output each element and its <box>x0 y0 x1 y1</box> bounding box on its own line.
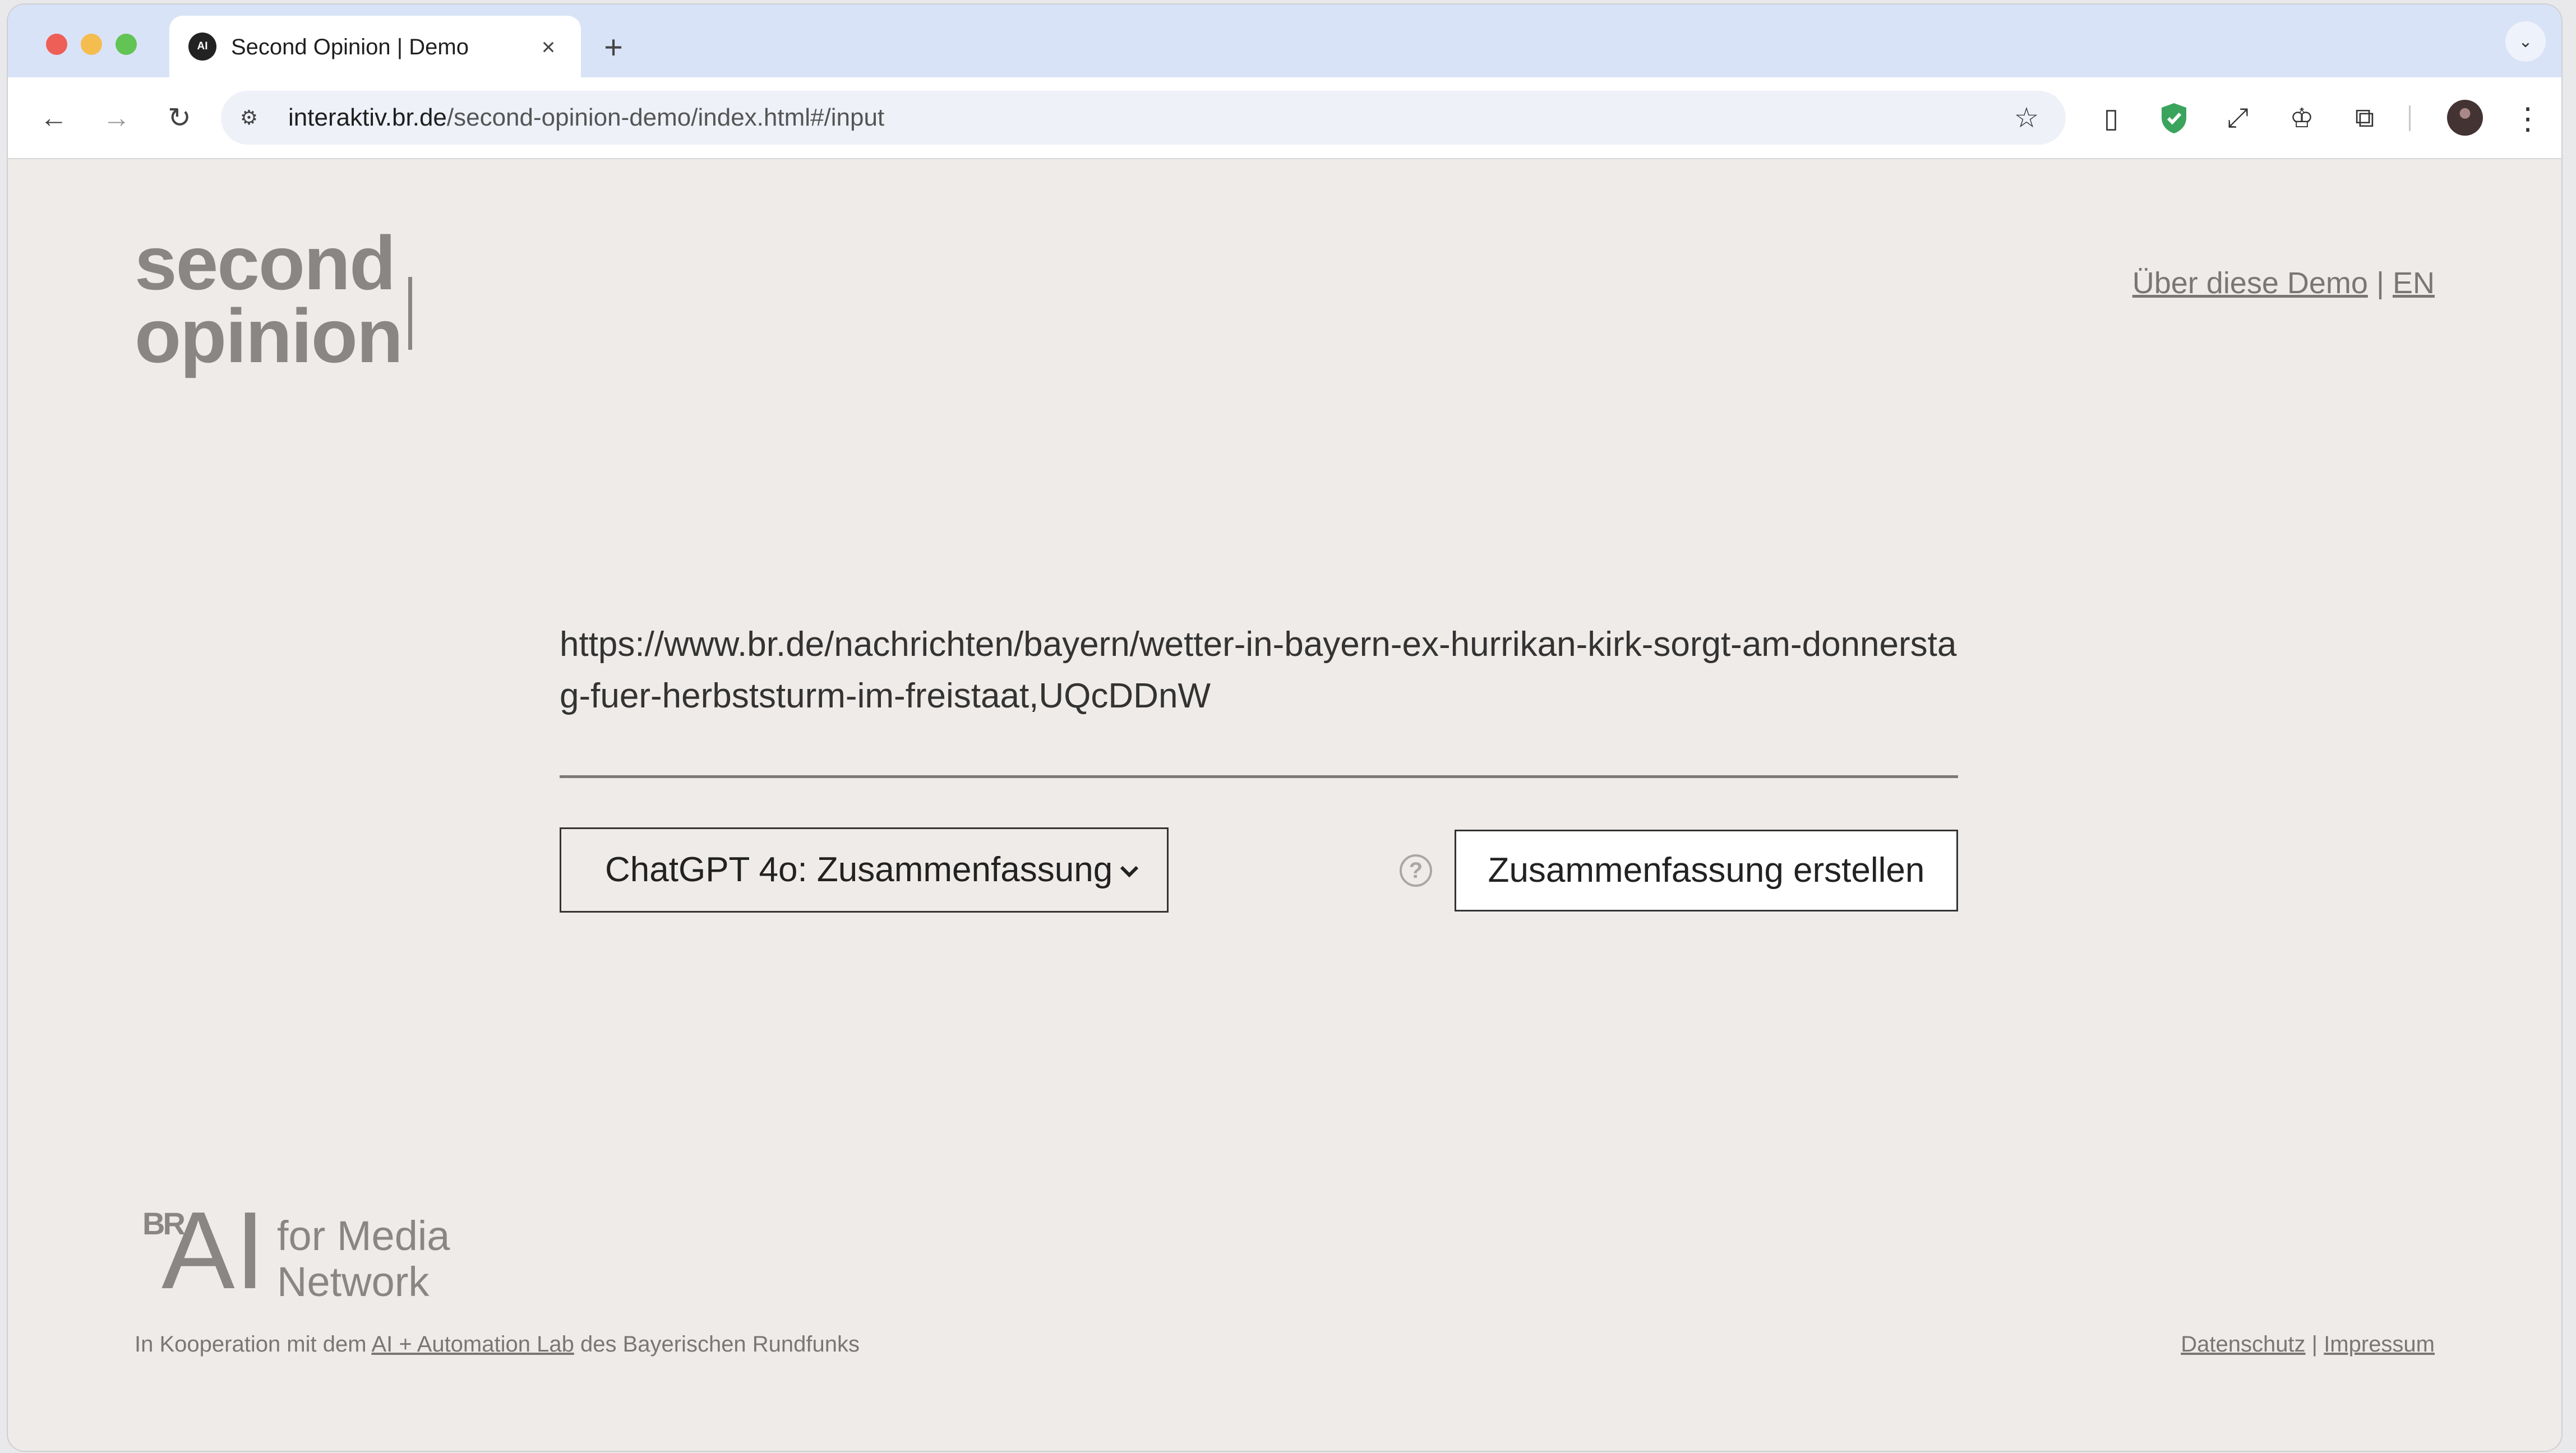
top-links: Über diese Demo | EN <box>2132 266 2435 300</box>
maximize-window-button[interactable] <box>116 34 137 55</box>
browser-toolbar: ← → ↻ ⚙ interaktiv.br.de/second-opinion-… <box>8 77 2561 159</box>
help-icon[interactable]: ? <box>1400 854 1432 887</box>
address-bar[interactable]: ⚙ interaktiv.br.de/second-opinion-demo/i… <box>221 91 2066 145</box>
article-url-input[interactable]: https://www.br.de/nachrichten/bayern/wet… <box>560 619 1958 722</box>
footer-separator: | <box>2311 1332 2318 1357</box>
ai-for-media-network-logo[interactable]: BR AI for Media Network <box>135 1196 471 1306</box>
reload-button[interactable]: ↻ <box>159 98 200 138</box>
create-summary-button[interactable]: Zusammenfassung erstellen <box>1455 830 1958 911</box>
logo-line-1: second <box>135 220 396 306</box>
footer-legal-links: Datenschutz | Impressum <box>2181 1332 2435 1357</box>
extensions-puzzle-icon[interactable]: ⧉ <box>2345 99 2384 138</box>
logo-cursor <box>408 277 412 350</box>
favicon-icon: AI <box>188 33 216 61</box>
tab-second-opinion[interactable]: AI Second Opinion | Demo × <box>169 16 581 77</box>
bookmark-star-icon[interactable]: ☆ <box>2011 102 2042 133</box>
minimize-window-button[interactable] <box>81 34 102 55</box>
ai-logo-letters: AI <box>161 1189 266 1312</box>
imprint-link[interactable]: Impressum <box>2324 1332 2435 1357</box>
close-tab-icon[interactable]: × <box>532 30 565 64</box>
top-links-separator: | <box>2376 266 2384 300</box>
profile-avatar[interactable] <box>2447 100 2483 136</box>
footer-suffix: des Bayerischen Rundfunks <box>574 1332 860 1357</box>
language-en-link[interactable]: EN <box>2393 266 2435 300</box>
new-tab-button[interactable]: + <box>592 26 635 68</box>
logo-line-2: opinion <box>135 293 403 378</box>
url-host: interaktiv.br.de <box>288 104 447 131</box>
footer-credit: In Kooperation mit dem AI + Automation L… <box>135 1332 860 1357</box>
tab-search-button[interactable]: ⌄ <box>2505 21 2546 62</box>
second-opinion-logo[interactable]: second opinion <box>135 220 403 378</box>
toolbar-divider <box>2409 105 2411 131</box>
site-info-icon[interactable]: ⚙ <box>236 104 262 131</box>
browser-window: AI Second Opinion | Demo × + ⌄ ← → ↻ ⚙ i… <box>8 4 2561 1451</box>
extension-expand-icon[interactable]: ⤢ <box>2218 99 2258 138</box>
shield-icon <box>2162 103 2186 133</box>
forward-button[interactable]: → <box>96 98 137 138</box>
privacy-link[interactable]: Datenschutz <box>2181 1332 2305 1357</box>
extension-reader-icon[interactable]: ▯ <box>2092 99 2131 138</box>
tab-strip: AI Second Opinion | Demo × + ⌄ <box>8 4 2561 77</box>
footer-prefix: In Kooperation mit dem <box>135 1332 372 1357</box>
model-select[interactable]: ChatGPT 4o: Zusammenfassung <box>560 827 1169 913</box>
page-content: second opinion Über diese Demo | EN http… <box>8 159 2561 1451</box>
close-window-button[interactable] <box>46 34 67 55</box>
extension-crown-icon[interactable]: ♔ <box>2282 99 2321 138</box>
back-button[interactable]: ← <box>34 98 74 138</box>
about-demo-link[interactable]: Über diese Demo <box>2132 266 2368 300</box>
browser-menu-icon[interactable]: ⋮ <box>2512 99 2543 138</box>
url-path: /second-opinion-demo/index.html#/input <box>446 104 885 131</box>
chevron-down-icon <box>1120 866 1139 878</box>
tab-title: Second Opinion | Demo <box>231 35 469 59</box>
automation-lab-link[interactable]: AI + Automation Lab <box>371 1332 574 1357</box>
extension-shield-icon[interactable] <box>2154 99 2194 138</box>
url-text[interactable]: interaktiv.br.de/second-opinion-demo/ind… <box>288 91 884 145</box>
input-underline <box>560 775 1958 778</box>
ai-logo-text: for Media Network <box>277 1213 450 1305</box>
